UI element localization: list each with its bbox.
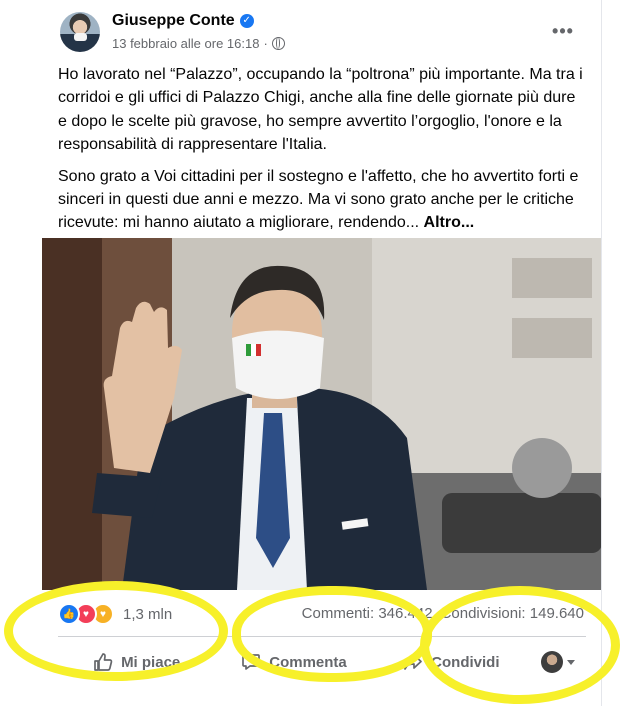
author-header: Giuseppe Conte ✓	[112, 12, 254, 30]
post-paragraph-2-text: Sono grato a Voi cittadini per il sosteg…	[58, 167, 579, 232]
verified-badge-icon: ✓	[239, 14, 254, 28]
post-photo[interactable]	[42, 238, 602, 590]
share-label: Condividi	[431, 653, 500, 671]
see-more-link[interactable]: Altro...	[424, 214, 475, 231]
author-avatar[interactable]	[60, 12, 100, 52]
card-border	[601, 0, 602, 706]
like-reaction-icon: 👍	[58, 603, 80, 625]
thumbs-up-icon	[94, 653, 113, 671]
post-paragraph-1: Ho lavorato nel “Palazzo”, occupando la …	[58, 66, 583, 154]
globe-icon[interactable]	[271, 37, 285, 50]
action-bar: Mi piace Commenta Condividi	[58, 642, 586, 682]
post-timestamp[interactable]: 13 febbraio alle ore 16:18	[112, 36, 259, 51]
share-button[interactable]: Condividi	[373, 652, 530, 672]
chevron-down-icon	[566, 659, 575, 665]
post-paragraph-2: Sono grato a Voi cittadini per il sosteg…	[58, 165, 588, 235]
more-options-icon[interactable]: •••	[550, 18, 576, 44]
reactions-count[interactable]: 1,3 mln	[123, 606, 172, 623]
comment-button[interactable]: Commenta	[215, 652, 372, 672]
post-meta: 13 febbraio alle ore 16:18 ·	[112, 36, 285, 51]
comment-label: Commenta	[269, 653, 347, 671]
photo-illustration	[42, 238, 602, 590]
stats-divider	[58, 636, 586, 637]
meta-separator: ·	[263, 36, 268, 51]
author-name[interactable]: Giuseppe Conte	[112, 12, 235, 30]
reaction-profile-selector[interactable]	[530, 651, 586, 673]
post-card: Giuseppe Conte ✓ 13 febbraio alle ore 16…	[42, 0, 602, 706]
engagement-stats: Commenti: 346.442 Condivisioni: 149.640	[302, 605, 584, 622]
post-text: Ho lavorato nel “Palazzo”, occupando la …	[58, 63, 588, 243]
share-arrow-icon	[404, 654, 423, 670]
like-label: Mi piace	[121, 653, 181, 671]
comment-bubble-icon	[242, 654, 261, 670]
reactions-summary[interactable]: 👍 ♥ ♥ 1,3 mln	[58, 603, 172, 625]
shares-count[interactable]: Condivisioni: 149.640	[441, 605, 584, 622]
like-button[interactable]: Mi piace	[58, 652, 215, 672]
comments-count[interactable]: Commenti: 346.442	[302, 605, 433, 622]
profile-avatar	[540, 651, 563, 673]
